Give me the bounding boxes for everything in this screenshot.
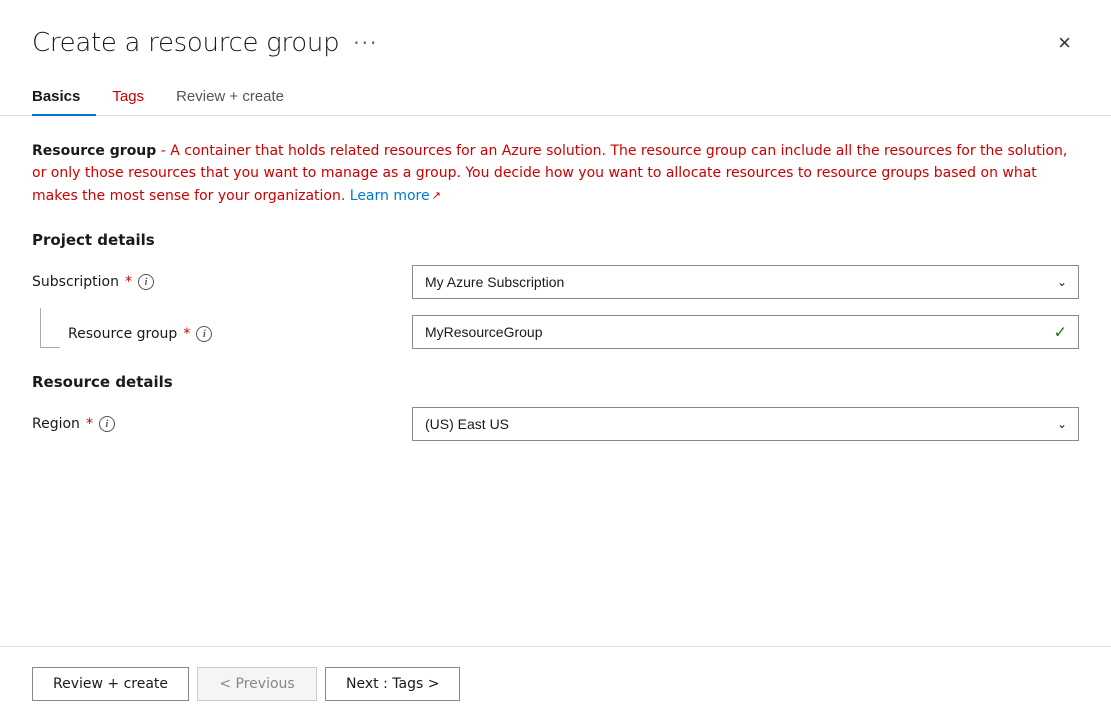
subscription-label: Subscription bbox=[32, 274, 119, 290]
resource-group-row: Resource group * i ✓ bbox=[32, 315, 1079, 349]
description-bold: Resource group bbox=[32, 143, 156, 159]
resource-group-label-col: Resource group * i bbox=[32, 316, 412, 348]
resource-details-section: Resource details Region * i (US) East US… bbox=[32, 373, 1079, 441]
tab-basics[interactable]: Basics bbox=[32, 78, 96, 115]
review-create-button[interactable]: Review + create bbox=[32, 667, 189, 701]
description-text: - A container that holds related resourc… bbox=[32, 143, 1067, 204]
resource-group-label-group: Resource group * i bbox=[68, 322, 212, 342]
subscription-select-wrapper: My Azure Subscription ⌄ bbox=[412, 265, 1079, 299]
description-paragraph: Resource group - A container that holds … bbox=[32, 140, 1079, 207]
subscription-label-col: Subscription * i bbox=[32, 274, 412, 290]
resource-group-info-icon[interactable]: i bbox=[196, 326, 212, 342]
resource-group-input[interactable] bbox=[412, 315, 1079, 349]
dialog-ellipsis-menu[interactable]: ··· bbox=[353, 31, 378, 55]
region-label: Region bbox=[32, 416, 80, 432]
resource-group-check-icon: ✓ bbox=[1054, 323, 1067, 342]
resource-group-required: * bbox=[183, 326, 190, 342]
subscription-info-icon[interactable]: i bbox=[138, 274, 154, 290]
resource-group-label: Resource group bbox=[68, 326, 177, 342]
dialog-title-group: Create a resource group ··· bbox=[32, 28, 378, 58]
tab-review-create[interactable]: Review + create bbox=[160, 78, 300, 115]
resource-details-section-title: Resource details bbox=[32, 373, 1079, 391]
tab-bar: Basics Tags Review + create bbox=[0, 58, 1111, 116]
external-link-icon: ↗ bbox=[432, 187, 441, 205]
previous-button[interactable]: < Previous bbox=[197, 667, 317, 701]
project-details-section-title: Project details bbox=[32, 231, 1079, 249]
region-control: (US) East US (US) West US (Europe) West … bbox=[412, 407, 1079, 441]
dialog-footer: Review + create < Previous Next : Tags > bbox=[0, 646, 1111, 721]
next-tags-button[interactable]: Next : Tags > bbox=[325, 667, 460, 701]
region-label-col: Region * i bbox=[32, 416, 412, 432]
region-row: Region * i (US) East US (US) West US (Eu… bbox=[32, 407, 1079, 441]
subscription-select[interactable]: My Azure Subscription bbox=[412, 265, 1079, 299]
learn-more-link[interactable]: Learn more bbox=[350, 188, 430, 204]
close-button[interactable]: × bbox=[1050, 28, 1079, 58]
region-info-icon[interactable]: i bbox=[99, 416, 115, 432]
region-select[interactable]: (US) East US (US) West US (Europe) West … bbox=[412, 407, 1079, 441]
tree-line-decoration bbox=[40, 308, 60, 348]
subscription-control: My Azure Subscription ⌄ bbox=[412, 265, 1079, 299]
subscription-row: Subscription * i My Azure Subscription ⌄ bbox=[32, 265, 1079, 299]
tab-tags[interactable]: Tags bbox=[96, 78, 160, 115]
dialog-header: Create a resource group ··· × bbox=[0, 0, 1111, 58]
resource-group-input-wrapper: ✓ bbox=[412, 315, 1079, 349]
tab-content-basics: Resource group - A container that holds … bbox=[0, 116, 1111, 646]
resource-group-control: ✓ bbox=[412, 315, 1079, 349]
region-required: * bbox=[86, 416, 93, 432]
subscription-required: * bbox=[125, 274, 132, 290]
region-select-wrapper: (US) East US (US) West US (Europe) West … bbox=[412, 407, 1079, 441]
dialog-title: Create a resource group bbox=[32, 28, 339, 58]
create-resource-group-dialog: Create a resource group ··· × Basics Tag… bbox=[0, 0, 1111, 721]
